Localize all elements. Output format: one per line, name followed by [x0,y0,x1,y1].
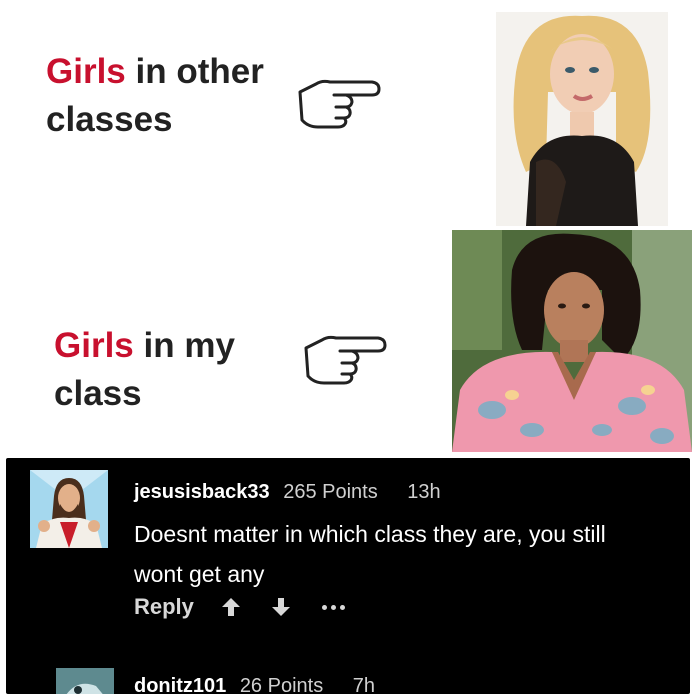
comment-points: 265 Points [283,481,378,503]
caption-text: in my [133,326,235,365]
comment-time: 7h [352,675,376,694]
caption-highlight: Girls [46,52,126,91]
more-icon[interactable] [321,604,345,610]
comment-header: donitz101 26 Points 7h [134,674,375,694]
downvote-icon[interactable] [270,596,292,618]
caption-highlight: Girls [54,326,134,365]
comment-username[interactable]: donitz101 [134,675,226,694]
man-photo [452,230,692,452]
comment-actions: Reply [134,592,345,622]
pointing-hand-icon [304,335,387,385]
woman-photo [496,12,668,226]
meme-image: Girls in other classes Girls in my class [6,6,692,456]
comment-username[interactable]: jesusisback33 [134,481,270,503]
comment-text: Doesnt matter in which class they are, y… [134,521,606,587]
comment-section: jesusisback33 265 Points 13h Doesnt matt… [6,458,690,694]
caption-girls-other-classes: Girls in other classes [46,48,306,144]
caption-text: class [54,374,142,413]
avatar[interactable] [56,668,114,694]
pointing-hand-icon [298,79,381,129]
avatar[interactable] [30,470,108,548]
caption-girls-my-class: Girls in my class [54,322,294,418]
comment-points: 26 Points [239,675,324,694]
caption-text: in other [125,52,264,91]
upvote-icon[interactable] [220,596,242,618]
caption-text: classes [46,100,173,139]
reply-button[interactable]: Reply [134,594,194,620]
comment-header: jesusisback33 265 Points 13h [134,480,441,504]
comment-time: 13h [407,481,441,503]
